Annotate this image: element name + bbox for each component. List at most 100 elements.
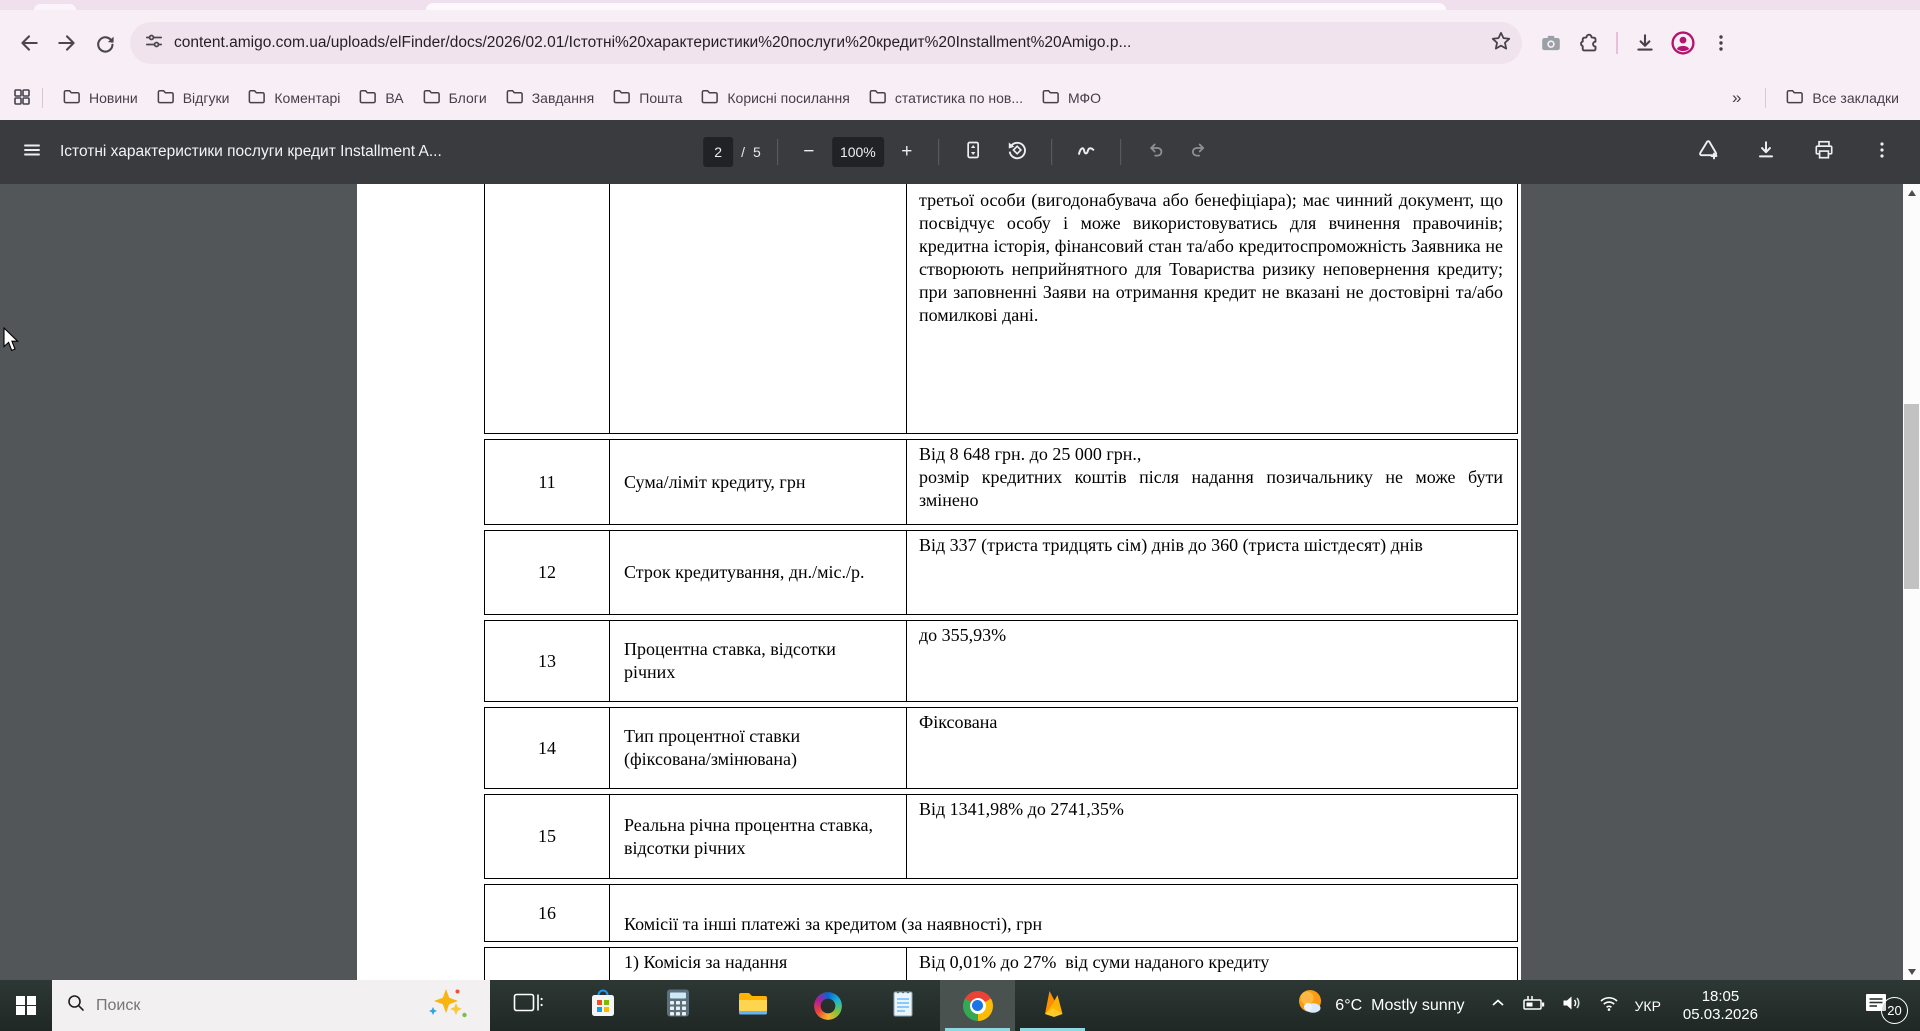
bookmarks-overflow-chevron[interactable]: » xyxy=(1718,88,1755,108)
table-row-continued: третьої особи (вигодонабувача або бенефі… xyxy=(484,184,1518,434)
active-tab[interactable] xyxy=(426,3,1446,10)
chrome-icon xyxy=(963,991,993,1021)
weather-condition: Mostly sunny xyxy=(1371,997,1464,1015)
battery-icon[interactable] xyxy=(1522,994,1546,1017)
row-number-cell: 13 xyxy=(485,621,610,701)
bookmark-folder-va[interactable]: ВА xyxy=(349,82,412,114)
extensions-button[interactable] xyxy=(1570,24,1608,62)
apps-grid-icon[interactable] xyxy=(12,87,32,110)
scroll-up-arrow[interactable] xyxy=(1903,184,1920,201)
action-center-button[interactable]: 20 xyxy=(1768,987,1920,1024)
row-label-cell: Процентна ставка, відсотки річних xyxy=(610,621,907,701)
bookmark-folder-novyny[interactable]: Новини xyxy=(53,82,147,114)
copilot-button[interactable] xyxy=(790,980,865,1031)
zoom-level[interactable]: 100% xyxy=(832,137,884,167)
scrollbar[interactable] xyxy=(1903,184,1920,980)
print-button[interactable] xyxy=(1806,134,1842,170)
bookmark-folder-mfo[interactable]: МФО xyxy=(1032,82,1110,114)
bookmark-star-icon[interactable] xyxy=(1490,30,1512,57)
bookmark-folder-blohy[interactable]: Блоги xyxy=(413,82,496,114)
firebase-app-button[interactable] xyxy=(1015,980,1090,1031)
hidden-icons-chevron[interactable] xyxy=(1489,994,1507,1017)
screenshot-button[interactable] xyxy=(1532,24,1570,62)
reload-button[interactable] xyxy=(86,24,124,62)
language-indicator[interactable]: УКР xyxy=(1635,998,1661,1014)
bookmark-folder-zavdannia[interactable]: Завдання xyxy=(496,82,604,114)
taskbar: 6°C Mostly sunny УКР 18:05 05.03.2026 20 xyxy=(0,980,1920,1031)
chrome-taskbar-button[interactable] xyxy=(940,980,1015,1031)
more-vert-icon xyxy=(1872,140,1892,165)
characteristics-table: третьої особи (вигодонабувача або бенефі… xyxy=(484,184,1518,980)
browser-menu-button[interactable] xyxy=(1702,24,1740,62)
bookmark-label: Відгуки xyxy=(183,90,230,106)
scrollbar-thumb[interactable] xyxy=(1904,404,1919,589)
pdf-page: третьої особи (вигодонабувача або бенефі… xyxy=(357,184,1521,980)
bookmark-folder-korysni[interactable]: Корисні посилання xyxy=(691,82,858,114)
weather-widget[interactable]: 6°C Mostly sunny xyxy=(1284,988,1476,1023)
volume-icon[interactable] xyxy=(1561,994,1583,1017)
url-text[interactable]: content.amigo.com.ua/uploads/elFinder/do… xyxy=(174,34,1482,52)
notepad-button[interactable] xyxy=(865,980,940,1031)
site-info-icon[interactable] xyxy=(144,31,164,56)
row-number-cell: 12 xyxy=(485,531,610,614)
calculator-button[interactable] xyxy=(640,980,715,1031)
save-to-drive-button[interactable] xyxy=(1690,134,1726,170)
downloads-button[interactable] xyxy=(1626,24,1664,62)
table-row: 11 Сума/ліміт кредиту, грн Від 8 648 грн… xyxy=(484,439,1518,525)
scroll-down-arrow[interactable] xyxy=(1903,963,1920,980)
all-bookmarks-button[interactable]: Все закладки xyxy=(1776,82,1908,114)
annotate-button[interactable] xyxy=(1068,134,1104,170)
pdf-divider xyxy=(938,139,939,165)
fit-page-button[interactable] xyxy=(955,134,991,170)
back-icon xyxy=(18,32,40,54)
toolbar-divider xyxy=(1616,32,1618,54)
pdf-menu-button[interactable] xyxy=(14,134,50,170)
clock-time: 18:05 xyxy=(1683,988,1758,1006)
row-number-cell: 16 xyxy=(485,885,610,941)
task-view-icon xyxy=(513,992,543,1019)
redo-button[interactable] xyxy=(1181,134,1217,170)
rotate-button[interactable] xyxy=(999,134,1035,170)
back-button[interactable] xyxy=(10,24,48,62)
page-number-input[interactable]: 2 xyxy=(703,137,733,167)
pdf-download-button[interactable] xyxy=(1748,134,1784,170)
file-explorer-button[interactable] xyxy=(715,980,790,1031)
table-row-16: 16 Комісії та інші платежі за кредитом (… xyxy=(484,884,1518,942)
taskbar-search-box[interactable] xyxy=(52,980,490,1031)
system-tray: 6°C Mostly sunny УКР 18:05 05.03.2026 20 xyxy=(1284,980,1920,1031)
microsoft-store-button[interactable] xyxy=(565,980,640,1031)
fit-page-icon xyxy=(963,140,983,165)
bookmarks-divider xyxy=(1765,88,1766,108)
undo-button[interactable] xyxy=(1137,134,1173,170)
task-view-button[interactable] xyxy=(490,980,565,1031)
row-value-cell: Від 1341,98% до 2741,35% xyxy=(907,795,1517,878)
start-button[interactable] xyxy=(0,980,52,1031)
bookmark-folder-poshta[interactable]: Пошта xyxy=(603,82,691,114)
bookmarks-divider xyxy=(42,88,43,108)
row-label-cell: 1) Комісія за надання кредиту xyxy=(610,948,907,980)
bookmark-folder-vidhuky[interactable]: Відгуки xyxy=(147,82,239,114)
wifi-icon[interactable] xyxy=(1598,994,1620,1017)
table-row-partial: 1) Комісія за надання кредиту Від 0,01% … xyxy=(484,947,1518,980)
bookmark-folder-statystyka[interactable]: статистика по нов... xyxy=(859,82,1032,114)
bookmark-folder-komentari[interactable]: Коментарі xyxy=(238,82,349,114)
zoom-in-button[interactable]: + xyxy=(892,137,922,167)
tab-search-button[interactable] xyxy=(34,4,76,10)
windows-logo-icon xyxy=(16,996,36,1016)
redo-icon xyxy=(1189,140,1209,165)
forward-button[interactable] xyxy=(48,24,86,62)
download-icon xyxy=(1755,139,1777,166)
folder-icon xyxy=(700,87,719,109)
copilot-sparkle-icon xyxy=(426,986,468,1025)
address-bar[interactable]: content.amigo.com.ua/uploads/elFinder/do… xyxy=(130,22,1522,64)
bookmark-label: Корисні посилання xyxy=(727,90,849,106)
profile-button[interactable] xyxy=(1664,24,1702,62)
zoom-out-button[interactable]: − xyxy=(794,137,824,167)
clock-date: 05.03.2026 xyxy=(1683,1006,1758,1024)
bookmark-label: Новини xyxy=(89,90,138,106)
search-input[interactable] xyxy=(96,997,426,1015)
clock-widget[interactable]: 18:05 05.03.2026 xyxy=(1673,988,1768,1024)
row-number-cell: 15 xyxy=(485,795,610,878)
pdf-more-button[interactable] xyxy=(1864,134,1900,170)
notepad-icon xyxy=(890,988,916,1023)
